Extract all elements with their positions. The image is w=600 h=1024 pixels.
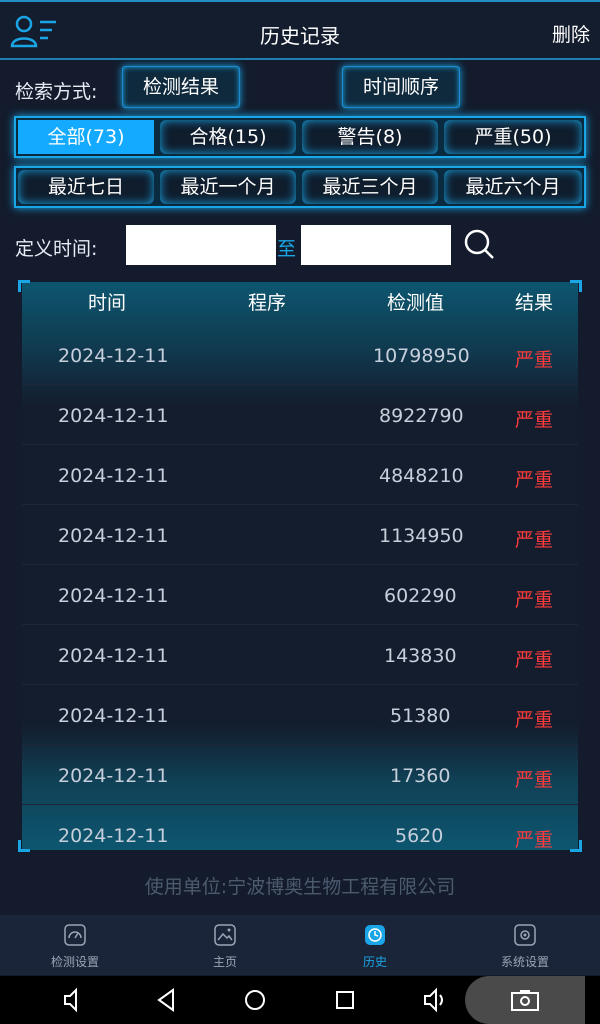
system-nav-bar <box>0 976 600 1024</box>
page-title: 历史记录 <box>260 24 340 48</box>
range-last-1-month[interactable]: 最近一个月 <box>160 170 296 204</box>
row-date: 2024-12-11 <box>58 645 169 667</box>
sort-by-result-button[interactable]: 检测结果 <box>122 66 240 108</box>
range-last-3-months[interactable]: 最近三个月 <box>302 170 438 204</box>
custom-time-row: 定义时间: 至 <box>0 222 600 268</box>
row-date: 2024-12-11 <box>58 585 169 607</box>
screenshot-button[interactable] <box>465 976 585 1024</box>
filter-qualified[interactable]: 合格(15) <box>160 120 296 154</box>
start-date-input[interactable] <box>126 225 276 265</box>
filter-all[interactable]: 全部(73) <box>18 120 154 154</box>
organization-text: 使用单位:宁波博奥生物工程有限公司 <box>144 876 456 898</box>
row-result: 严重 <box>515 709 554 731</box>
filter-severe[interactable]: 严重(50) <box>444 120 582 154</box>
row-value: 8922790 <box>379 405 464 427</box>
row-value: 143830 <box>384 645 457 667</box>
delete-button[interactable]: 删除 <box>552 20 590 47</box>
home-icon[interactable] <box>243 986 267 1014</box>
table-row[interactable]: 2024-12-11 51380 严重 <box>22 685 578 745</box>
nav-history[interactable]: 历史 <box>320 923 430 970</box>
nav-home[interactable]: 主页 <box>170 923 280 970</box>
row-result: 严重 <box>515 409 554 431</box>
row-date: 2024-12-11 <box>58 765 169 787</box>
table-header: 时间 程序 检测值 结果 <box>22 282 578 322</box>
category-filter-bar: 全部(73) 合格(15) 警告(8) 严重(50) <box>14 116 586 158</box>
row-value: 17360 <box>390 765 451 787</box>
col-value: 检测值 <box>387 292 445 314</box>
table-row[interactable]: 2024-12-11 5620 严重 <box>22 805 578 850</box>
table-corner <box>18 280 30 292</box>
table-row[interactable]: 2024-12-11 8922790 严重 <box>22 385 578 445</box>
end-date-input[interactable] <box>301 225 451 265</box>
row-value: 10798950 <box>373 345 470 367</box>
row-result: 严重 <box>515 349 554 371</box>
row-value: 1134950 <box>379 525 464 547</box>
row-date: 2024-12-11 <box>58 825 169 847</box>
gear-icon <box>514 924 536 946</box>
table-corner <box>18 840 30 852</box>
nav-label: 系统设置 <box>500 955 549 969</box>
table-row[interactable]: 2024-12-11 602290 严重 <box>22 565 578 625</box>
row-date: 2024-12-11 <box>58 345 169 367</box>
table-row[interactable]: 2024-12-11 143830 严重 <box>22 625 578 685</box>
row-result: 严重 <box>515 649 554 671</box>
table-row[interactable]: 2024-12-11 4848210 严重 <box>22 445 578 505</box>
row-result: 严重 <box>515 529 554 551</box>
volume-up-icon[interactable] <box>422 986 450 1014</box>
gauge-icon <box>64 924 86 946</box>
row-value: 5620 <box>395 825 444 847</box>
back-icon[interactable] <box>155 986 179 1014</box>
col-result: 结果 <box>515 292 554 314</box>
row-date: 2024-12-11 <box>58 525 169 547</box>
row-date: 2024-12-11 <box>58 705 169 727</box>
table-corner <box>570 840 582 852</box>
image-icon <box>214 924 236 946</box>
sort-by-time-button[interactable]: 时间顺序 <box>342 66 460 108</box>
nav-system-settings[interactable]: 系统设置 <box>470 923 580 970</box>
volume-down-icon[interactable] <box>62 986 86 1014</box>
range-last-7-days[interactable]: 最近七日 <box>18 170 154 204</box>
bottom-nav: 检测设置 主页 历史 系统设置 <box>0 915 600 975</box>
to-label: 至 <box>277 238 297 260</box>
search-mode-label: 检索方式: <box>15 81 98 103</box>
nav-label: 检测设置 <box>50 955 99 969</box>
table-row[interactable]: 2024-12-11 17360 严重 <box>22 745 578 805</box>
history-table: 时间 程序 检测值 结果 2024-12-11 10798950 严重 2024… <box>22 282 578 850</box>
history-icon <box>365 925 385 945</box>
row-date: 2024-12-11 <box>58 465 169 487</box>
row-value: 4848210 <box>379 465 464 487</box>
custom-time-label: 定义时间: <box>15 238 98 260</box>
table-row[interactable]: 2024-12-11 1134950 严重 <box>22 505 578 565</box>
row-result: 严重 <box>515 769 554 791</box>
table-corner <box>570 280 582 292</box>
row-result: 严重 <box>515 469 554 491</box>
col-program: 程序 <box>248 292 287 314</box>
row-result: 严重 <box>515 589 554 611</box>
time-range-bar: 最近七日 最近一个月 最近三个月 最近六个月 <box>14 166 586 208</box>
nav-label: 历史 <box>362 955 387 969</box>
row-value: 51380 <box>390 705 451 727</box>
row-date: 2024-12-11 <box>58 405 169 427</box>
filter-warning[interactable]: 警告(8) <box>302 120 438 154</box>
camera-icon <box>511 990 539 1011</box>
app-header: 历史记录 删除 <box>0 0 600 60</box>
table-row[interactable]: 2024-12-11 10798950 严重 <box>22 325 578 385</box>
recents-icon[interactable] <box>333 986 357 1014</box>
nav-label: 主页 <box>212 955 237 969</box>
search-icon[interactable] <box>462 227 496 261</box>
row-value: 602290 <box>384 585 457 607</box>
row-result: 严重 <box>515 829 554 850</box>
search-mode-row: 检索方式: 检测结果 时间顺序 <box>0 66 600 110</box>
range-last-6-months[interactable]: 最近六个月 <box>444 170 582 204</box>
col-time: 时间 <box>88 292 127 314</box>
nav-detect-settings[interactable]: 检测设置 <box>20 923 130 970</box>
